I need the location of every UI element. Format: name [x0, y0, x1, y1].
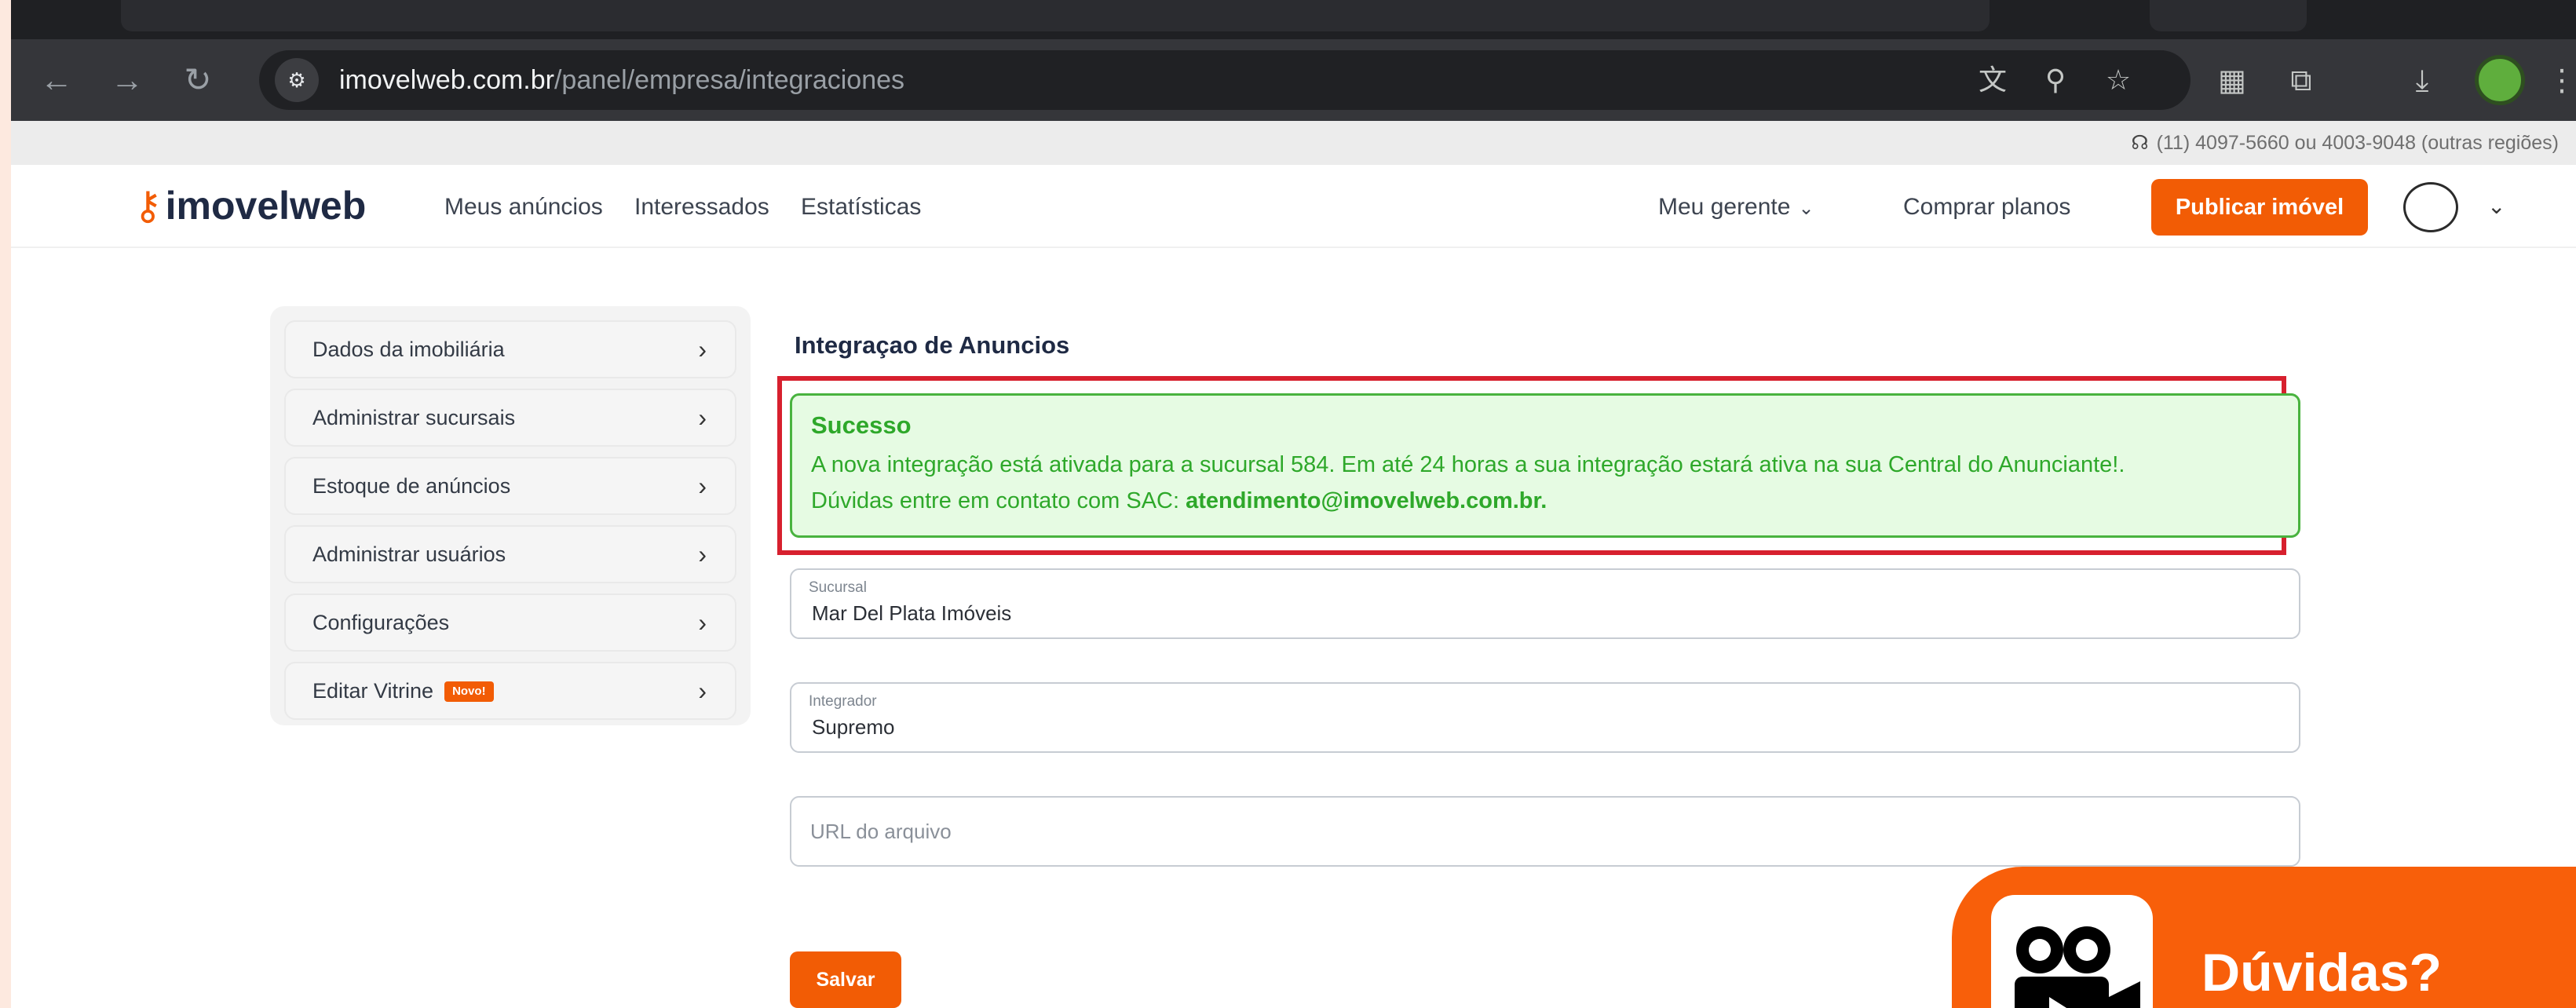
support-email-link[interactable]: atendimento@imovelweb.com.br.	[1186, 488, 1547, 513]
sidebar-item-label: Estoque de anúncios	[312, 474, 511, 498]
site-info-icon[interactable]: ⚙	[275, 58, 319, 102]
user-avatar[interactable]	[2403, 182, 2458, 232]
reload-icon[interactable]: ↻	[173, 55, 223, 105]
publish-property-button[interactable]: Publicar imóvel	[2151, 179, 2368, 236]
sidebar-item-label: Editar Vitrine	[312, 679, 434, 703]
support-phone: ☊ (11) 4097-5660 ou 4003-9048 (outras reg…	[2131, 132, 2559, 154]
forward-icon[interactable]: →	[102, 55, 152, 105]
zoom-icon[interactable]: ⚲	[2032, 57, 2079, 104]
chevron-down-icon: ⌄	[1798, 198, 1814, 219]
site-header: ⚷imovelweb Meus anúncios Interessados Es…	[11, 165, 2576, 248]
success-alert: Sucesso A nova integração está ativada p…	[790, 393, 2300, 538]
nav-meus-anuncios[interactable]: Meus anúncios	[444, 192, 603, 223]
chevron-down-icon[interactable]: ⌄	[2487, 193, 2505, 219]
integrador-label: Integrador	[809, 693, 877, 710]
alert-title: Sucesso	[811, 411, 912, 439]
url-text[interactable]: imovelweb.com.br/panel/empresa/integraci…	[339, 50, 904, 110]
browser-tab[interactable]	[2150, 0, 2307, 31]
sidebar-item-label-wrap: Editar Vitrine Novo!	[312, 663, 494, 718]
integrador-select[interactable]: Integrador Supremo	[790, 682, 2300, 753]
browser-toolbar: ← → ↻ ⚙ imovelweb.com.br/panel/empresa/i…	[11, 39, 2576, 121]
integrador-value: Supremo	[812, 715, 895, 739]
chevron-right-icon: ›	[698, 335, 707, 363]
chevron-right-icon: ›	[698, 472, 707, 500]
sidebar-item-editar-vitrine[interactable]: Editar Vitrine Novo! ›	[284, 662, 736, 720]
chevron-right-icon: ›	[698, 677, 707, 705]
alert-message: A nova integração está ativada para a su…	[811, 452, 2125, 477]
chevron-right-icon: ›	[698, 404, 707, 432]
logo-key-icon: ⚷	[133, 184, 163, 228]
alert-contact: Dúvidas entre em contato com SAC: atendi…	[811, 488, 1547, 513]
sidebar-item-label: Dados da imobiliária	[312, 338, 505, 361]
sidebar-item-label: Configurações	[312, 611, 450, 634]
chevron-right-icon: ›	[698, 608, 707, 637]
help-widget[interactable]: Dúvidas?	[1952, 867, 2576, 1008]
browser-tabs[interactable]	[121, 0, 1990, 31]
sucursal-value: Mar Del Plata Imóveis	[812, 601, 1012, 625]
headset-icon: ☊	[2131, 132, 2149, 154]
profile-avatar[interactable]	[2475, 55, 2525, 105]
qr-code-icon[interactable]: ▦	[2209, 58, 2255, 104]
sidebar-item-label: Administrar sucursais	[312, 406, 516, 429]
save-button[interactable]: Salvar	[790, 951, 901, 1008]
sidebar-item-label: Administrar usuários	[312, 542, 506, 566]
address-bar[interactable]: ⚙ imovelweb.com.br/panel/empresa/integra…	[259, 50, 2191, 110]
help-label: Dúvidas?	[2201, 943, 2443, 1003]
comprar-planos-link[interactable]: Comprar planos	[1903, 192, 2070, 223]
meu-gerente-menu[interactable]: Meu gerente ⌄	[1658, 192, 1814, 225]
menu-kebab-icon[interactable]: ⋮	[2539, 58, 2576, 104]
translate-icon[interactable]: 文	[1969, 57, 2016, 104]
sidebar-item-configuracoes[interactable]: Configurações ›	[284, 593, 736, 652]
sidebar-item-administrar-sucursais[interactable]: Administrar sucursais ›	[284, 389, 736, 447]
nav-interessados[interactable]: Interessados	[634, 192, 769, 223]
video-camera-icon	[1991, 895, 2153, 1008]
back-icon[interactable]: ←	[31, 55, 82, 105]
sidebar-item-estoque-anuncios[interactable]: Estoque de anúncios ›	[284, 457, 736, 515]
sucursal-label: Sucursal	[809, 579, 867, 596]
download-icon[interactable]: ⤓	[2399, 58, 2445, 104]
url-file-input[interactable]: URL do arquivo	[790, 796, 2300, 867]
extensions-icon[interactable]: ⧉	[2278, 58, 2324, 104]
browser-tab-strip	[11, 0, 2576, 39]
url-file-placeholder: URL do arquivo	[810, 820, 952, 843]
top-info-bar: ☊ (11) 4097-5660 ou 4003-9048 (outras reg…	[11, 121, 2576, 165]
sucursal-select[interactable]: Sucursal Mar Del Plata Imóveis	[790, 568, 2300, 639]
nav-estatisticas[interactable]: Estatísticas	[801, 192, 921, 223]
sidebar-item-dados-imobiliaria[interactable]: Dados da imobiliária ›	[284, 320, 736, 378]
settings-sidebar: Dados da imobiliária › Administrar sucur…	[270, 306, 751, 725]
imovelweb-logo[interactable]: ⚷imovelweb	[133, 182, 366, 229]
sidebar-item-administrar-usuarios[interactable]: Administrar usuários ›	[284, 525, 736, 583]
bookmark-star-icon[interactable]: ☆	[2095, 57, 2142, 104]
chevron-right-icon: ›	[698, 540, 707, 568]
page-title: Integraçao de Anuncios	[795, 331, 1070, 359]
new-badge: Novo!	[444, 681, 494, 702]
